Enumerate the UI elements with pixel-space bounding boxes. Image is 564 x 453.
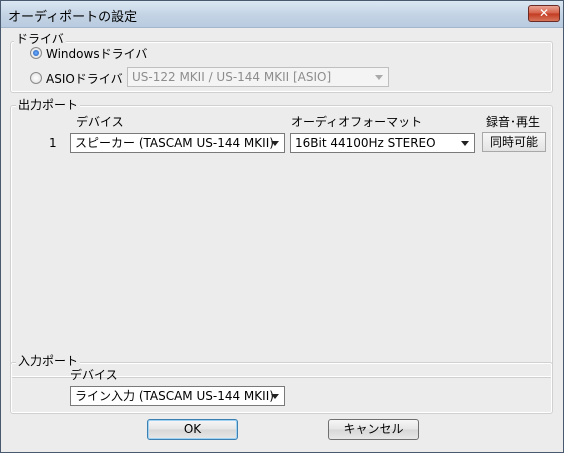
close-button[interactable]: ✕ (528, 5, 560, 22)
asio-device-select[interactable]: US-122 MKII / US-144 MKII [ASIO] (127, 67, 389, 87)
ok-button[interactable]: OK (147, 419, 238, 440)
asio-device-value: US-122 MKII / US-144 MKII [ASIO] (132, 70, 332, 84)
chevron-down-icon (270, 387, 280, 405)
ok-button-label: OK (183, 422, 202, 436)
chevron-down-icon (460, 134, 470, 152)
output-device-value: スピーカー (TASCAM US-144 MKII) (75, 136, 274, 150)
chevron-down-icon (374, 68, 384, 86)
dialog-client-area: ドライバ Windowsドライバ ASIOドライバ US-122 MKII / … (1, 28, 563, 452)
output-format-header: オーディオフォーマット (291, 115, 423, 129)
radio-asio-driver-indicator[interactable] (30, 72, 42, 84)
radio-windows-driver-label: Windowsドライバ (46, 46, 148, 61)
cancel-button[interactable]: キャンセル (328, 419, 419, 440)
input-group-legend: 入力ポート (16, 354, 81, 368)
chevron-down-icon (270, 134, 280, 152)
input-device-select[interactable]: ライン入力 (TASCAM US-144 MKII) (70, 386, 285, 406)
radio-asio-driver[interactable]: ASIOドライバ (30, 70, 123, 86)
dialog-window: オーディポートの設定 ✕ ドライバ Windowsドライバ ASIOドライバ U… (0, 0, 564, 453)
window-title: オーディポートの設定 (8, 10, 138, 25)
duplex-status-badge: 同時可能 (482, 132, 546, 152)
output-format-value: 16Bit 44100Hz STEREO (295, 136, 436, 150)
radio-asio-driver-label: ASIOドライバ (46, 71, 123, 86)
output-device-header: デバイス (76, 115, 124, 129)
output-duplex-header: 録音･再生 (486, 115, 541, 129)
input-device-value: ライン入力 (TASCAM US-144 MKII) (75, 389, 274, 403)
input-device-label: デバイス (70, 368, 118, 382)
duplex-status-text: 同時可能 (489, 135, 538, 149)
radio-windows-driver[interactable]: Windowsドライバ (30, 45, 147, 61)
title-bar[interactable]: オーディポートの設定 ✕ (1, 1, 563, 28)
close-icon: ✕ (538, 6, 550, 20)
output-group-legend: 出力ポート (16, 98, 81, 112)
cancel-button-label: キャンセル (343, 422, 404, 436)
output-format-select[interactable]: 16Bit 44100Hz STEREO (290, 133, 475, 153)
output-device-select[interactable]: スピーカー (TASCAM US-144 MKII) (70, 133, 285, 153)
radio-windows-driver-indicator[interactable] (30, 47, 42, 59)
output-row-index: 1 (49, 136, 57, 150)
